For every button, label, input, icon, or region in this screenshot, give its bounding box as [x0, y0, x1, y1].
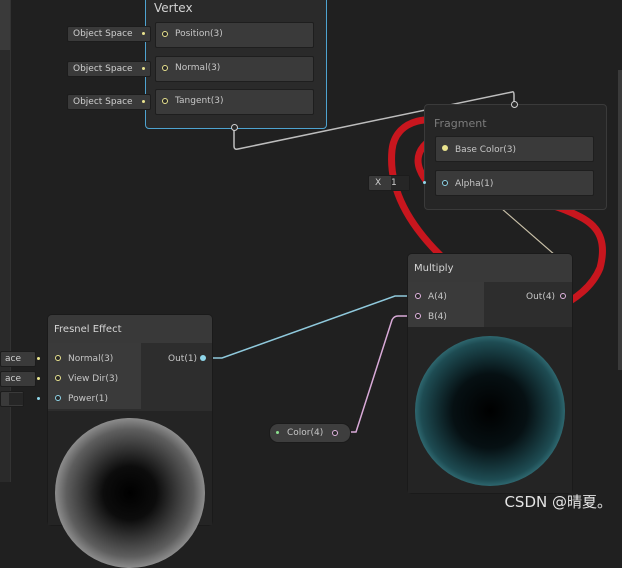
fragment-title: Fragment [434, 117, 487, 130]
vertex-port-tangent-label: Tangent(3) [175, 96, 224, 106]
fresnel-header[interactable]: Fresnel Effect [48, 315, 212, 343]
vector1-port-icon[interactable] [55, 395, 61, 401]
tangent-space-chip[interactable]: Object Space [67, 94, 151, 110]
fresnel-power-value-field[interactable] [9, 393, 23, 405]
vector3-port-icon[interactable] [162, 65, 168, 71]
alpha-value-field[interactable]: 1 [391, 176, 409, 190]
vector3-port-icon[interactable] [55, 375, 61, 381]
position-space-chip[interactable]: Object Space [67, 26, 151, 42]
chip-connector-dot [142, 67, 145, 70]
vector3-port-icon[interactable] [55, 355, 61, 361]
vertex-port-position[interactable]: Position(3) [155, 22, 314, 48]
chip-connector-dot [37, 377, 40, 380]
vector4-port-icon[interactable] [415, 313, 421, 319]
chip-connector-dot [142, 32, 145, 35]
fresnel-input-normal-label: Normal(3) [68, 354, 114, 364]
multiply-input-a-label: A(4) [428, 292, 447, 302]
vertex-port-position-label: Position(3) [175, 29, 223, 39]
multiply-input-b-label: B(4) [428, 312, 447, 322]
vector3-port-icon[interactable] [442, 145, 448, 151]
multiply-title: Multiply [414, 263, 454, 274]
multiply-header[interactable]: Multiply [408, 254, 572, 282]
alpha-input-chip[interactable]: X 1 [368, 175, 410, 191]
alpha-axis-label: X [375, 178, 382, 188]
fresnel-normal-space-text: ace [5, 354, 22, 364]
vertex-port-normal-label: Normal(3) [175, 63, 221, 73]
vector1-port-icon[interactable] [200, 355, 206, 361]
fresnel-viewdir-space-text: ace [5, 374, 22, 384]
multiply-node[interactable]: Multiply A(4) B(4) Out(4) [408, 254, 572, 493]
chip-connector-dot [37, 357, 40, 360]
fresnel-input-viewdir-label: View Dir(3) [68, 374, 119, 384]
color-property-node[interactable]: Color(4) [269, 423, 351, 443]
fresnel-preview-sphere [55, 418, 205, 568]
fresnel-power-value-chip[interactable] [0, 391, 24, 407]
vector3-port-icon[interactable] [162, 98, 168, 104]
fragment-port-alpha[interactable]: Alpha(1) [435, 170, 594, 196]
fresnel-viewdir-space-chip[interactable]: ace [0, 371, 36, 387]
fresnel-normal-space-chip[interactable]: ace [0, 351, 36, 367]
fragment-port-basecolor-label: Base Color(3) [455, 145, 517, 155]
fresnel-preview [48, 411, 212, 568]
chip-connector-dot [37, 397, 40, 400]
normal-space-chip[interactable]: Object Space [67, 61, 151, 77]
color-property-label: Color(4) [287, 428, 324, 438]
fresnel-title: Fresnel Effect [54, 324, 122, 335]
wire-fresnel-to-multiply-a [208, 295, 412, 359]
fresnel-effect-node[interactable]: Fresnel Effect Normal(3) View Dir(3) Pow… [48, 315, 212, 568]
chip-connector-dot [142, 100, 145, 103]
normal-space-text: Object Space [73, 64, 133, 74]
chip-connector-dot [423, 181, 426, 184]
fragment-flow-port-icon[interactable] [511, 101, 518, 108]
wire-color-to-multiply-b [348, 315, 412, 433]
fragment-port-alpha-label: Alpha(1) [455, 179, 494, 189]
vector4-port-icon[interactable] [332, 430, 338, 436]
vertex-port-tangent[interactable]: Tangent(3) [155, 89, 314, 115]
tangent-space-text: Object Space [73, 97, 133, 107]
fresnel-output-label: Out(1) [168, 354, 198, 364]
position-space-text: Object Space [73, 29, 133, 39]
vertex-port-normal[interactable]: Normal(3) [155, 56, 314, 82]
vector3-port-icon[interactable] [162, 31, 168, 37]
vector4-port-icon[interactable] [560, 293, 566, 299]
vertex-flow-port-icon[interactable] [231, 124, 238, 131]
vertex-title: Vertex [154, 1, 193, 15]
multiply-preview-sphere [415, 336, 565, 486]
vector1-port-icon[interactable] [442, 180, 448, 186]
fresnel-input-power-label: Power(1) [68, 394, 108, 404]
multiply-preview [408, 327, 572, 493]
multiply-output-label: Out(4) [526, 292, 556, 302]
vector4-port-icon[interactable] [415, 293, 421, 299]
fragment-port-basecolor[interactable]: Base Color(3) [435, 136, 594, 162]
property-exposed-dot [276, 431, 279, 434]
watermark: CSDN @晴夏。 [504, 493, 612, 511]
